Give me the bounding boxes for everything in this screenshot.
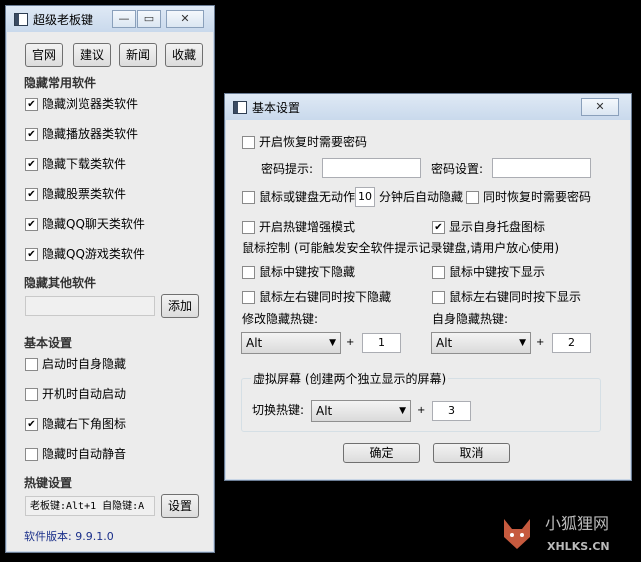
add-button[interactable]: 添加 bbox=[161, 294, 199, 318]
plus-sign: + bbox=[346, 337, 355, 348]
switch-key-input[interactable]: 3 bbox=[432, 401, 471, 421]
dialog-close-button[interactable]: ✕ bbox=[581, 98, 619, 116]
checkbox-idle-hide[interactable]: 鼠标或键盘无动作 bbox=[242, 189, 355, 205]
checkbox-lr-hide[interactable]: 鼠标左右键同时按下隐藏 bbox=[242, 289, 391, 305]
idle-suffix-label: 分钟后自动隐藏 bbox=[379, 190, 464, 204]
checkbox-auto-mute[interactable]: 隐藏时自动静音 bbox=[25, 446, 126, 462]
news-button[interactable]: 新闻 bbox=[119, 43, 157, 67]
password-set-input[interactable] bbox=[492, 158, 591, 178]
plus-sign: + bbox=[417, 405, 426, 416]
chevron-down-icon: ▼ bbox=[519, 338, 526, 348]
checkbox-hide-qq-chat[interactable]: ✔ 隐藏QQ聊天类软件 bbox=[25, 216, 145, 232]
checkbox-require-password[interactable]: 开启恢复时需要密码 bbox=[242, 134, 367, 150]
main-titlebar: 超级老板键 — ▭ ✕ bbox=[6, 6, 214, 32]
chevron-down-icon: ▼ bbox=[329, 338, 336, 348]
plus-sign: + bbox=[536, 337, 545, 348]
checkbox-box[interactable]: ✔ bbox=[25, 128, 38, 141]
checkbox-enhanced-hotkey[interactable]: 开启热键增强模式 bbox=[242, 219, 355, 235]
section-hide-common: 隐藏常用软件 bbox=[24, 76, 97, 90]
settings-button[interactable]: 设置 bbox=[161, 494, 199, 518]
chevron-down-icon: ▼ bbox=[399, 406, 406, 416]
checkbox-box[interactable]: ✔ bbox=[25, 418, 38, 431]
dialog-title: 基本设置 bbox=[252, 101, 301, 115]
watermark-en: XHLKS.CN bbox=[547, 540, 610, 553]
self-key-input[interactable]: 2 bbox=[552, 333, 591, 353]
checkbox-box[interactable] bbox=[242, 266, 255, 279]
checkbox-box[interactable]: ✔ bbox=[25, 218, 38, 231]
section-hide-other: 隐藏其他软件 bbox=[24, 276, 97, 290]
modify-hide-hotkey-label: 修改隐藏热键: bbox=[242, 312, 319, 326]
basic-settings-dialog: 基本设置 ✕ 开启恢复时需要密码 密码提示: 密码设置: 鼠标或键盘无动作 10… bbox=[224, 93, 632, 481]
checkbox-show-tray[interactable]: ✔ 显示自身托盘图标 bbox=[432, 219, 545, 235]
mouse-control-label: 鼠标控制 (可能触发安全软件提示记录键盘,请用户放心使用) bbox=[242, 241, 559, 255]
checkbox-box[interactable] bbox=[25, 388, 38, 401]
checkbox-box[interactable] bbox=[242, 221, 255, 234]
checkbox-box[interactable] bbox=[466, 191, 479, 204]
checkbox-box[interactable] bbox=[242, 191, 255, 204]
hide-modifier-select[interactable]: Alt ▼ bbox=[241, 332, 341, 354]
cancel-button[interactable]: 取消 bbox=[433, 443, 510, 463]
watermark-cn: 小狐狸网 bbox=[545, 514, 610, 533]
password-hint-label: 密码提示: bbox=[261, 162, 314, 176]
dialog-icon bbox=[233, 101, 247, 114]
hide-key-input[interactable]: 1 bbox=[362, 333, 401, 353]
checkbox-hide-player[interactable]: ✔ 隐藏播放器类软件 bbox=[25, 126, 138, 142]
checkbox-box[interactable] bbox=[242, 291, 255, 304]
main-window: 超级老板键 — ▭ ✕ 官网 建议 新闻 收藏 隐藏常用软件 ✔ 隐藏浏览器类软件… bbox=[5, 5, 215, 553]
checkbox-idle-require-password[interactable]: 同时恢复时需要密码 bbox=[466, 189, 591, 205]
fox-icon bbox=[504, 519, 530, 549]
checkbox-box[interactable] bbox=[25, 448, 38, 461]
checkbox-box[interactable] bbox=[432, 291, 445, 304]
password-hint-input[interactable] bbox=[322, 158, 421, 178]
maximize-button[interactable]: ▭ bbox=[137, 10, 161, 28]
version-label: 软件版本: 9.9.1.0 bbox=[24, 530, 114, 543]
checkbox-hide-on-start[interactable]: 启动时自身隐藏 bbox=[25, 356, 126, 372]
official-site-button[interactable]: 官网 bbox=[25, 43, 63, 67]
self-modifier-select[interactable]: Alt ▼ bbox=[431, 332, 531, 354]
password-set-label: 密码设置: bbox=[431, 162, 484, 176]
section-hotkey: 热键设置 bbox=[24, 476, 73, 490]
other-software-input[interactable] bbox=[25, 296, 155, 316]
ok-button[interactable]: 确定 bbox=[343, 443, 420, 463]
dialog-titlebar: 基本设置 ✕ bbox=[225, 94, 631, 120]
main-title: 超级老板键 bbox=[33, 13, 94, 27]
close-button[interactable]: ✕ bbox=[166, 10, 204, 28]
self-hide-hotkey-label: 自身隐藏热键: bbox=[432, 312, 509, 326]
minimize-button[interactable]: — bbox=[112, 10, 136, 28]
checkbox-hide-download[interactable]: ✔ 隐藏下载类软件 bbox=[25, 156, 126, 172]
watermark-logo bbox=[498, 515, 536, 553]
idle-minutes-input[interactable]: 10 bbox=[355, 187, 375, 207]
favorite-button[interactable]: 收藏 bbox=[165, 43, 203, 67]
checkbox-box[interactable] bbox=[25, 358, 38, 371]
checkbox-box[interactable]: ✔ bbox=[432, 221, 445, 234]
checkbox-lr-show[interactable]: 鼠标左右键同时按下显示 bbox=[432, 289, 581, 305]
checkbox-middle-show[interactable]: 鼠标中键按下显示 bbox=[432, 264, 545, 280]
virtual-screen-label: 虚拟屏幕 (创建两个独立显示的屏幕) bbox=[251, 371, 449, 387]
checkbox-box[interactable]: ✔ bbox=[25, 248, 38, 261]
checkbox-autostart[interactable]: 开机时自动启动 bbox=[25, 386, 126, 402]
checkbox-hide-browser[interactable]: ✔ 隐藏浏览器类软件 bbox=[25, 96, 138, 112]
checkbox-box[interactable]: ✔ bbox=[25, 188, 38, 201]
checkbox-hide-qq-game[interactable]: ✔ 隐藏QQ游戏类软件 bbox=[25, 246, 145, 262]
hotkey-display: 老板键:Alt+1 自隐键:A bbox=[25, 496, 155, 516]
suggestion-button[interactable]: 建议 bbox=[73, 43, 111, 67]
switch-hotkey-label: 切换热键: bbox=[252, 403, 305, 417]
app-icon bbox=[14, 13, 28, 26]
checkbox-box[interactable] bbox=[242, 136, 255, 149]
switch-modifier-select[interactable]: Alt ▼ bbox=[311, 400, 411, 422]
checkbox-hide-stock[interactable]: ✔ 隐藏股票类软件 bbox=[25, 186, 126, 202]
checkbox-box[interactable]: ✔ bbox=[25, 98, 38, 111]
checkbox-middle-hide[interactable]: 鼠标中键按下隐藏 bbox=[242, 264, 355, 280]
checkbox-box[interactable] bbox=[432, 266, 445, 279]
checkbox-box[interactable]: ✔ bbox=[25, 158, 38, 171]
section-basic-settings: 基本设置 bbox=[24, 336, 73, 350]
checkbox-hide-tray-icon[interactable]: ✔ 隐藏右下角图标 bbox=[25, 416, 126, 432]
